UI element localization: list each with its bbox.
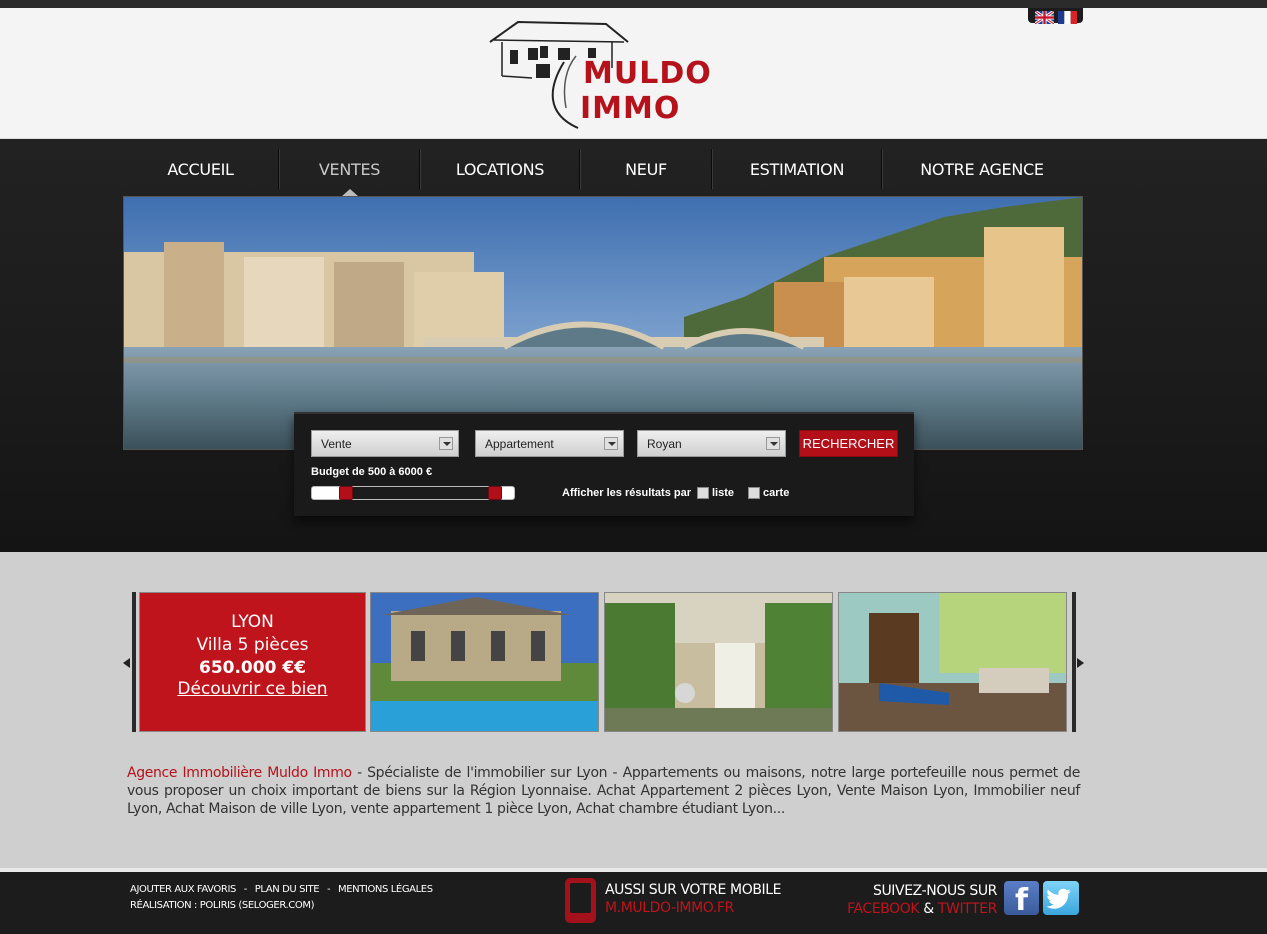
living-room-image (839, 593, 1066, 731)
carousel-left-bar (132, 592, 136, 732)
transaction-select[interactable]: Vente (311, 430, 459, 457)
footer-link-legal[interactable]: MENTIONS LÉGALES (338, 884, 433, 895)
budget-slider-range (346, 487, 496, 499)
nav-label: LOCATIONS (455, 159, 545, 179)
top-strip (0, 0, 1267, 8)
header: MULDO IMMO (0, 8, 1267, 139)
budget-label: Budget de 500 à 6000 € (311, 466, 433, 478)
facebook-link[interactable]: FACEBOOK (847, 901, 920, 917)
map-label: carte (763, 487, 790, 499)
twitter-link[interactable]: TWITTER (938, 901, 998, 917)
french-flag-icon[interactable] (1057, 11, 1077, 24)
nav-estimation[interactable]: ESTIMATION (713, 147, 881, 191)
footer-link-favorites[interactable]: AJOUTER AUX FAVORIS (130, 884, 236, 895)
results-display-options: Afficher les résultats par liste carte (562, 487, 789, 499)
property-tile-living-room[interactable] (838, 592, 1067, 732)
search-button[interactable]: RECHERCHER (799, 430, 898, 457)
nav-notre-agence[interactable]: NOTRE AGENCE (883, 147, 1081, 191)
footer-link-sitemap[interactable]: PLAN DU SITE (255, 884, 320, 895)
garden-house-image (605, 593, 832, 731)
footer-credit[interactable]: RÉALISATION : POLIRIS (SELOGER.COM) (130, 898, 433, 914)
mobile-phone-icon (565, 878, 596, 923)
chevron-down-icon (439, 437, 453, 450)
social-promo: SUIVEZ-NOUS SUR FACEBOOK & TWITTER (800, 882, 997, 918)
nav-label: NOTRE AGENCE (920, 159, 1044, 179)
list-label: liste (712, 487, 735, 499)
featured-type: Villa 5 pièces (196, 635, 309, 655)
featured-city: LYON (231, 612, 274, 632)
logo-line-2: IMMO (580, 91, 681, 126)
results-label: Afficher les résultats par (562, 487, 691, 499)
footer-separator: - (326, 884, 331, 895)
chevron-down-icon (766, 437, 780, 450)
nav-locations[interactable]: LOCATIONS (421, 147, 579, 191)
agency-description: Agence Immobilière Muldo Immo - Spéciali… (127, 764, 1080, 818)
property-type-select[interactable]: Appartement (475, 430, 624, 457)
nav-label: NEUF (625, 159, 667, 179)
twitter-icon[interactable] (1043, 881, 1079, 915)
city-value: Royan (647, 437, 682, 451)
social-ampersand: & (923, 901, 934, 917)
budget-slider[interactable] (311, 486, 515, 500)
featured-link[interactable]: Découvrir ce bien (177, 679, 327, 699)
featured-price: 650.000 €€ (198, 658, 306, 678)
featured-property-tile[interactable]: LYON Villa 5 pièces 650.000 €€ Découvrir… (139, 592, 366, 732)
budget-max-handle[interactable] (488, 486, 502, 500)
description-highlight[interactable]: Agence Immobilière Muldo Immo (127, 765, 352, 781)
nav-label: ACCUEIL (167, 159, 234, 179)
nav-label: VENTES (318, 159, 381, 179)
city-select[interactable]: Royan (637, 430, 786, 457)
search-panel: Vente Appartement Royan RECHERCHER Budge… (294, 412, 914, 516)
facebook-icon[interactable]: f (1004, 881, 1039, 918)
property-carousel: LYON Villa 5 pièces 650.000 €€ Découvrir… (123, 592, 1085, 732)
carousel-right-bar (1072, 592, 1076, 732)
mobile-promo: AUSSI SUR VOTRE MOBILE M.MULDO-IMMO.FR (565, 878, 795, 924)
nav-neuf[interactable]: NEUF (581, 147, 711, 191)
list-checkbox[interactable] (697, 487, 709, 499)
footer-links: AJOUTER AUX FAVORIS - PLAN DU SITE - MEN… (130, 882, 433, 914)
mobile-url-link[interactable]: M.MULDO-IMMO.FR (605, 900, 734, 916)
nav-label: ESTIMATION (749, 159, 845, 179)
carousel-prev-arrow-icon[interactable] (123, 658, 130, 668)
english-flag-icon[interactable] (1034, 11, 1054, 24)
map-checkbox[interactable] (748, 487, 761, 499)
footer: AJOUTER AUX FAVORIS - PLAN DU SITE - MEN… (0, 872, 1267, 934)
chevron-down-icon (604, 437, 618, 450)
transaction-value: Vente (321, 437, 352, 451)
property-type-value: Appartement (485, 437, 554, 451)
social-title: SUIVEZ-NOUS SUR (872, 883, 997, 899)
nav-accueil[interactable]: ACCUEIL (123, 147, 278, 191)
logo[interactable]: MULDO IMMO (488, 18, 720, 130)
language-switcher (1028, 8, 1083, 24)
nav-ventes[interactable]: VENTES (280, 147, 419, 197)
property-tile-garden-house[interactable] (604, 592, 833, 732)
mobile-title: AUSSI SUR VOTRE MOBILE (605, 882, 782, 898)
footer-separator: - (243, 884, 248, 895)
carousel-next-arrow-icon[interactable] (1077, 658, 1084, 668)
budget-min-handle[interactable] (339, 486, 353, 500)
villa-pool-image (371, 593, 598, 731)
property-tile-villa-pool[interactable] (370, 592, 599, 732)
logo-line-1: MULDO (583, 56, 712, 91)
main-nav: ACCUEIL VENTES LOCATIONS NEUF ESTIMATION… (123, 147, 1083, 197)
